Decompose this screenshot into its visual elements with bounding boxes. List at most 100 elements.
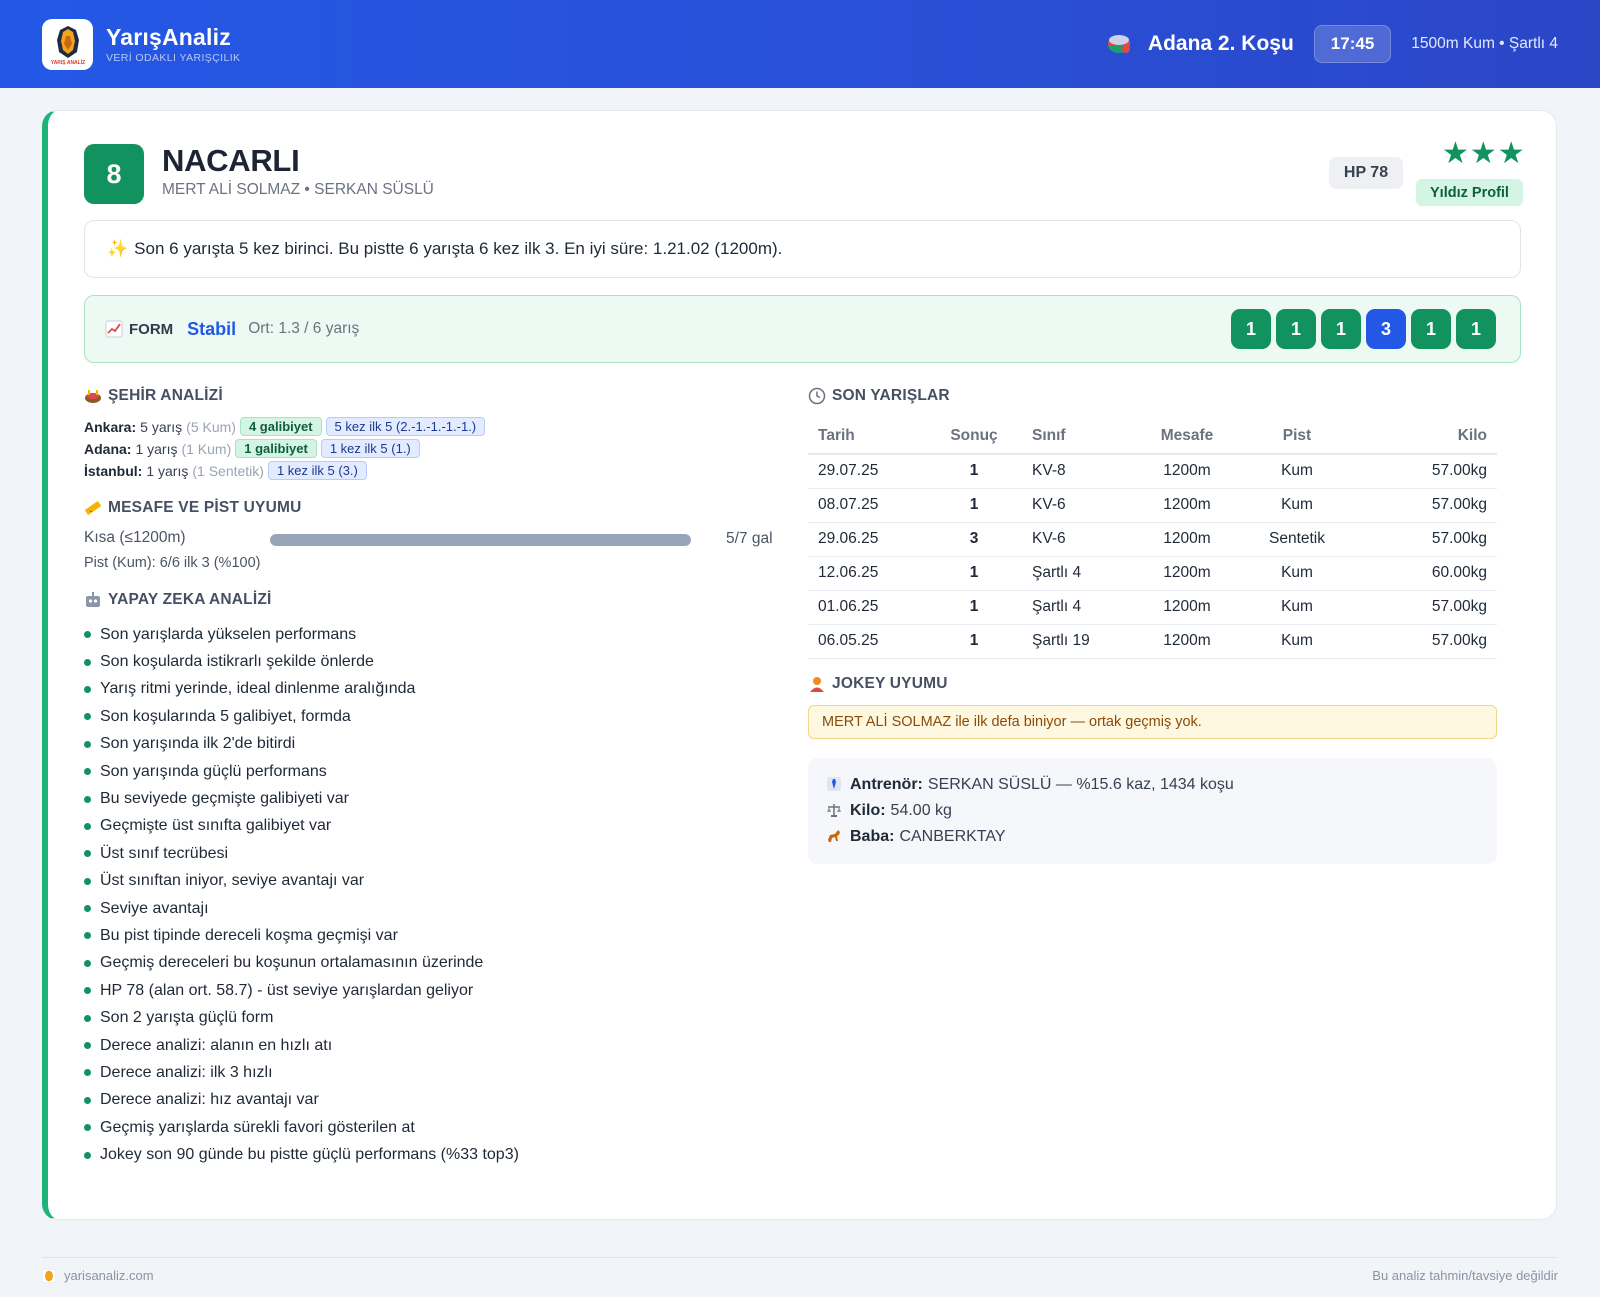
distance-value: 5/7 gal xyxy=(726,530,773,547)
bullet-icon xyxy=(84,877,91,885)
recent-races-table: Tarih Sonuç Sınıf Mesafe Pist Kilo 29.07… xyxy=(808,418,1497,659)
table-row: 08.07.25 1 KV-6 1200m Kum 57.00kg xyxy=(808,488,1497,523)
jockey-cap-icon xyxy=(1106,31,1132,57)
necktie-icon xyxy=(826,776,844,795)
recent-races-title: SON YARIŞLAR xyxy=(808,387,950,405)
chart-up-icon xyxy=(105,320,123,338)
bullet-icon xyxy=(84,1042,91,1050)
footer-disclaimer: Bu analiz tahmin/tavsiye değildir xyxy=(1372,1268,1558,1283)
brand-logo[interactable]: YARIŞ ANALİZ xyxy=(42,18,93,70)
table-cell: KV-8 xyxy=(1022,454,1132,489)
table-row: 06.05.25 1 Şartlı 19 1200m Kum 57.00kg xyxy=(808,624,1497,659)
bullet-icon xyxy=(84,1069,91,1077)
wins-tag: 4 galibiyet xyxy=(239,417,322,436)
trainer-line: Antrenör: SERKAN SÜSLÜ — %15.6 kaz, 1434 … xyxy=(826,772,1479,798)
top5-tag: 1 kez ilk 5 (3.) xyxy=(267,461,367,480)
table-cell: KV-6 xyxy=(1022,522,1132,557)
table-row: 01.06.25 1 Şartlı 4 1200m Kum 57.00kg xyxy=(808,590,1497,625)
table-cell: 01.06.25 xyxy=(808,590,926,625)
bullet-icon xyxy=(84,631,91,639)
star-profile-badge: Yıldız Profil xyxy=(1416,179,1523,206)
col-result: Sonuç xyxy=(926,418,1022,455)
form-result-dot: 1 xyxy=(1456,309,1496,349)
ai-analysis-item: Bu seviyede geçmişte galibiyeti var xyxy=(84,785,519,812)
brand-name: YarışAnaliz xyxy=(106,24,231,50)
ai-analysis-item: Son koşularda istikrarlı şekilde önlerde xyxy=(84,648,519,675)
hp-badge: HP 78 xyxy=(1329,157,1403,189)
table-cell: 57.00kg xyxy=(1352,590,1497,625)
ai-analysis-list: Son yarışlarda yükselen performans Son ko… xyxy=(84,621,519,1169)
table-row: 12.06.25 1 Şartlı 4 1200m Kum 60.00kg xyxy=(808,556,1497,591)
table-cell: KV-6 xyxy=(1022,488,1132,523)
ai-analysis-item: Bu pist tipinde dereceli koşma geçmişi v… xyxy=(84,922,519,949)
table-cell: Kum xyxy=(1242,590,1352,625)
brand-tagline: VERİ ODAKLI YARIŞÇILIK xyxy=(106,52,241,64)
bullet-icon xyxy=(84,822,91,830)
race-title: Adana 2. Koşu xyxy=(1147,32,1294,55)
horse-head-icon: YARIŞ ANALİZ xyxy=(45,22,90,66)
distance-progress-fill xyxy=(270,534,691,546)
ai-analysis-item: Derece analizi: ilk 3 hızlı xyxy=(84,1059,519,1086)
bullet-icon xyxy=(84,685,91,693)
table-cell: Sentetik xyxy=(1242,522,1352,557)
form-label: FORM xyxy=(129,320,174,338)
ai-analysis-item: HP 78 (alan ort. 58.7) - üst seviye yarı… xyxy=(84,977,519,1004)
bullet-icon xyxy=(84,713,91,721)
summary-box: ✨ Son 6 yarışta 5 kez birinci. Bu pistte… xyxy=(84,220,1521,278)
bullet-icon xyxy=(84,795,91,803)
form-average: Ort: 1.3 / 6 yarış xyxy=(248,320,360,337)
svg-text:YARIŞ ANALİZ: YARIŞ ANALİZ xyxy=(50,59,84,66)
ai-analysis-item: Jokey son 90 günde bu pistte güçlü perfo… xyxy=(84,1141,519,1168)
bullet-icon xyxy=(84,850,91,858)
ai-analysis-title: YAPAY ZEKA ANALİZİ xyxy=(84,591,272,609)
table-cell: 1200m xyxy=(1132,556,1242,591)
top5-tag: 5 kez ilk 5 (2.-1.-1.-1.-1.) xyxy=(325,417,486,436)
distance-progress-bar xyxy=(270,534,691,546)
table-cell: 1 xyxy=(926,590,1022,625)
jockey-note: MERT ALİ SOLMAZ ile ilk defa biniyor — o… xyxy=(808,705,1497,739)
table-cell: Şartlı 19 xyxy=(1022,624,1132,659)
bullet-icon xyxy=(84,932,91,940)
table-cell: 1200m xyxy=(1132,522,1242,557)
ai-analysis-item: Üst sınıf tecrübesi xyxy=(84,840,519,867)
ai-analysis-item: Geçmiş dereceleri bu koşunun ortalamasın… xyxy=(84,950,519,977)
clock-icon xyxy=(808,387,826,405)
table-cell: Şartlı 4 xyxy=(1022,556,1132,591)
table-cell: Kum xyxy=(1242,556,1352,591)
scale-icon xyxy=(826,802,844,821)
bullet-icon xyxy=(84,1014,91,1022)
form-trend: Stabil xyxy=(187,318,237,339)
table-cell: 12.06.25 xyxy=(808,556,926,591)
table-cell: 06.05.25 xyxy=(808,624,926,659)
table-cell: 57.00kg xyxy=(1352,454,1497,489)
form-result-dot: 1 xyxy=(1411,309,1451,349)
table-cell: 57.00kg xyxy=(1352,624,1497,659)
footer-site-link[interactable]: yarisanaliz.com xyxy=(64,1268,154,1283)
table-cell: 1 xyxy=(926,454,1022,489)
info-box: Antrenör: SERKAN SÜSLÜ — %15.6 kaz, 1434 … xyxy=(808,758,1497,864)
robot-icon xyxy=(84,591,102,609)
table-cell: 1 xyxy=(926,556,1022,591)
ai-analysis-item: Son yarışlarda yükselen performans xyxy=(84,621,519,648)
table-cell: 57.00kg xyxy=(1352,488,1497,523)
ai-analysis-item: Geçmişte üst sınıfta galibiyet var xyxy=(84,813,519,840)
horse-name[interactable]: NACARLI xyxy=(162,143,300,179)
form-result-dot: 1 xyxy=(1231,309,1271,349)
ai-analysis-item: Son 2 yarışta güçlü form xyxy=(84,1004,519,1031)
sire-line: Baba: CANBERKTAY xyxy=(826,824,1479,850)
table-cell: Kum xyxy=(1242,488,1352,523)
ruler-icon xyxy=(84,499,102,517)
distance-label: Kısa (≤1200m) xyxy=(84,529,186,546)
table-cell: 1200m xyxy=(1132,590,1242,625)
table-cell: 1200m xyxy=(1132,488,1242,523)
table-cell: Şartlı 4 xyxy=(1022,590,1132,625)
bullet-icon xyxy=(84,658,91,666)
ai-analysis-item: Son koşularında 5 galibiyet, formda xyxy=(84,703,519,730)
table-cell: Kum xyxy=(1242,624,1352,659)
form-result-dot: 1 xyxy=(1321,309,1361,349)
form-box: FORM Stabil Ort: 1.3 / 6 yarış 111311 xyxy=(84,295,1521,363)
wins-tag: 1 galibiyet xyxy=(235,439,317,458)
footer-site[interactable]: yarisanaliz.com xyxy=(42,1268,154,1283)
sparkles-icon: ✨ xyxy=(107,239,129,258)
pist-summary: Pist (Kum): 6/6 ilk 3 (%100) xyxy=(84,555,261,571)
